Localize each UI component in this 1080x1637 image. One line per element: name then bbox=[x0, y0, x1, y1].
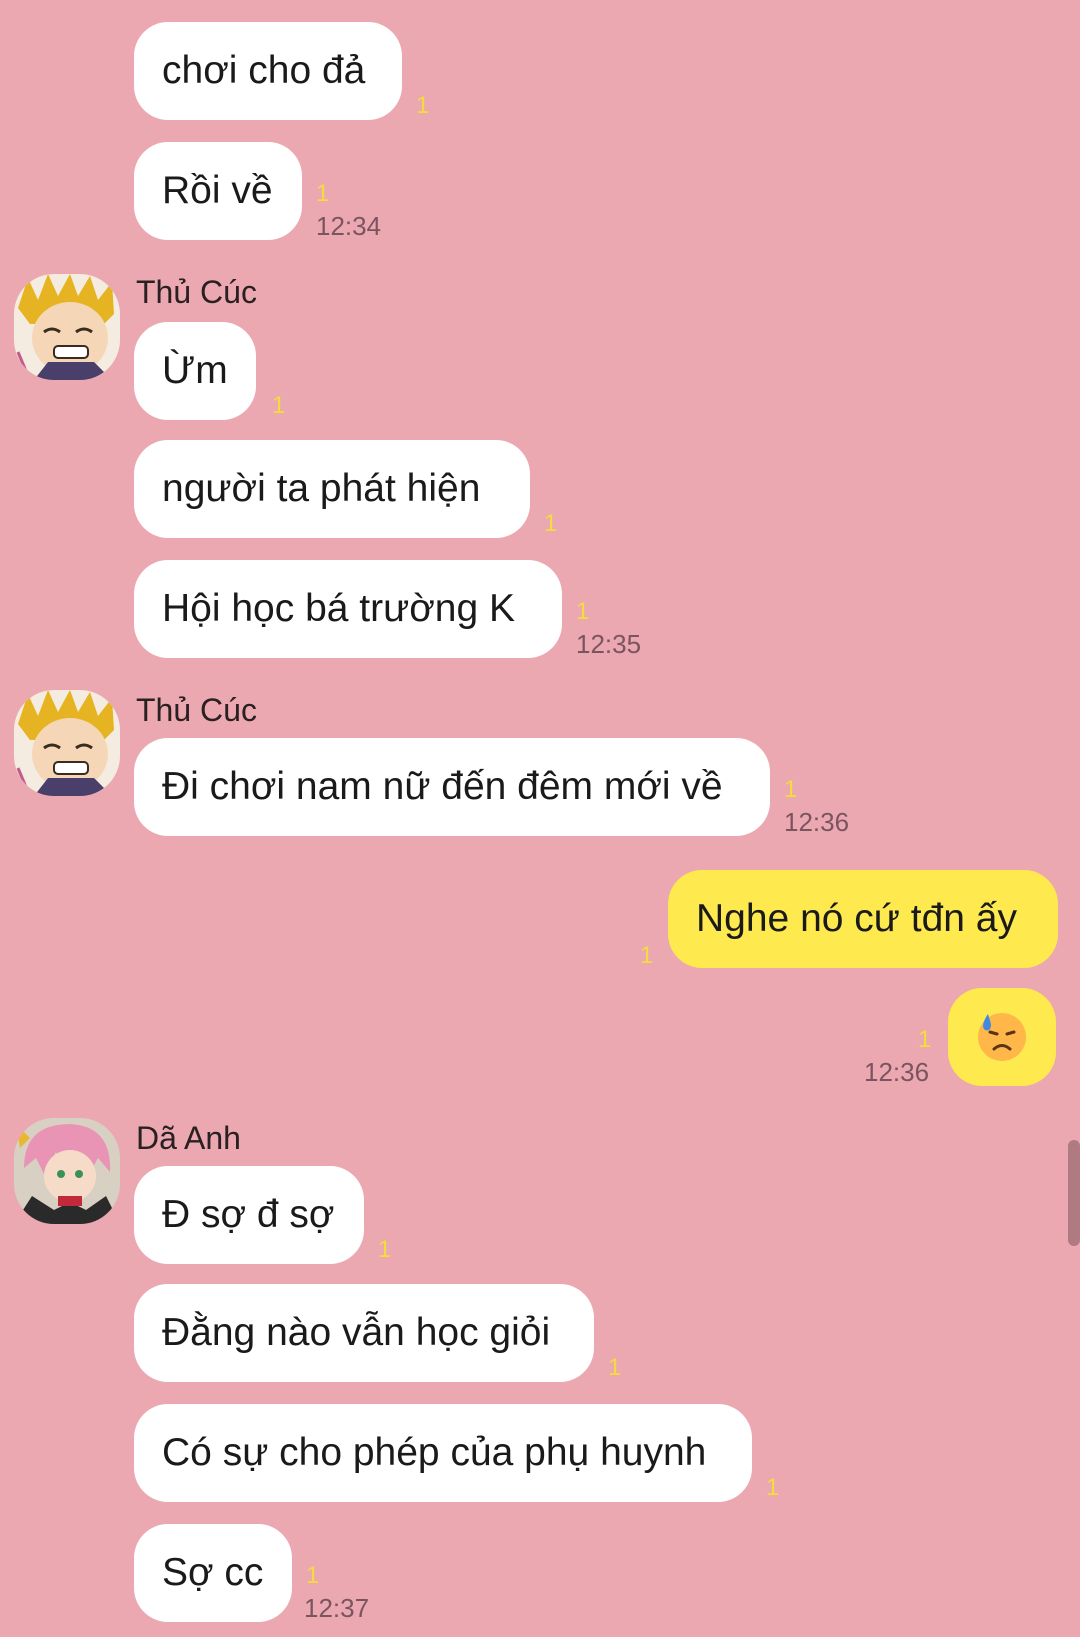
message-bubble[interactable]: chơi cho đả bbox=[134, 22, 402, 120]
message-time: 12:36 bbox=[784, 807, 850, 837]
avatar-thu-cuc[interactable] bbox=[14, 690, 120, 796]
unread-count: 1 bbox=[378, 1236, 392, 1263]
my-emoji-bubble[interactable] bbox=[948, 988, 1056, 1086]
message-bubble[interactable]: Có sự cho phép của phụ huynh bbox=[134, 1404, 752, 1502]
message-bubble[interactable]: Ừm bbox=[134, 322, 256, 420]
sender-name: Dã Anh bbox=[136, 1120, 241, 1156]
message-text: Đ sợ đ sợ bbox=[162, 1193, 335, 1236]
unread-count: 1 bbox=[640, 942, 654, 969]
message-time: 12:35 bbox=[576, 629, 642, 659]
my-message-bubble[interactable]: Nghe nó cứ tđn ấy bbox=[668, 870, 1058, 968]
message-text: Sợ cc bbox=[162, 1551, 264, 1594]
sender-name: Thủ Cúc bbox=[136, 692, 257, 728]
message-text: Nghe nó cứ tđn ấy bbox=[696, 897, 1017, 940]
message-bubble[interactable]: Đằng nào vẫn học giỏi bbox=[134, 1284, 594, 1382]
message-time: 12:37 bbox=[304, 1593, 370, 1623]
naruto-avatar-icon bbox=[14, 274, 120, 380]
unread-count: 1 bbox=[306, 1562, 320, 1589]
message-bubble[interactable]: Hội học bá trường K bbox=[134, 560, 562, 658]
message-time: 12:34 bbox=[316, 211, 382, 241]
unread-count: 1 bbox=[608, 1354, 622, 1381]
message-text: chơi cho đả bbox=[162, 49, 366, 92]
message-text: Hội học bá trường K bbox=[162, 587, 516, 630]
message-text: Đằng nào vẫn học giỏi bbox=[162, 1311, 551, 1354]
naruto-avatar-icon bbox=[14, 690, 120, 796]
unread-count: 1 bbox=[918, 1026, 932, 1053]
sad-sweat-emoji-icon bbox=[978, 1013, 1026, 1061]
sakura-avatar-icon bbox=[14, 1118, 120, 1224]
message-bubble[interactable]: Đi chơi nam nữ đến đêm mới về bbox=[134, 738, 770, 836]
message-text: Rồi về bbox=[162, 169, 273, 212]
unread-count: 1 bbox=[766, 1474, 780, 1501]
message-text: Ừm bbox=[162, 349, 228, 392]
message-text: Đi chơi nam nữ đến đêm mới về bbox=[162, 765, 723, 808]
message-text: người ta phát hiện bbox=[162, 467, 481, 510]
unread-count: 1 bbox=[544, 510, 558, 537]
message-bubble[interactable]: Sợ cc bbox=[134, 1524, 292, 1622]
message-text: Có sự cho phép của phụ huynh bbox=[162, 1431, 707, 1474]
unread-count: 1 bbox=[576, 598, 590, 625]
message-time: 12:36 bbox=[864, 1057, 930, 1087]
unread-count: 1 bbox=[316, 180, 330, 207]
avatar-thu-cuc[interactable] bbox=[14, 274, 120, 380]
message-bubble[interactable]: người ta phát hiện bbox=[134, 440, 530, 538]
message-bubble[interactable]: Rồi về bbox=[134, 142, 302, 240]
unread-count: 1 bbox=[272, 392, 286, 419]
unread-count: 1 bbox=[416, 92, 430, 119]
message-bubble[interactable]: Đ sợ đ sợ bbox=[134, 1166, 364, 1264]
unread-count: 1 bbox=[784, 776, 798, 803]
sender-name: Thủ Cúc bbox=[136, 274, 257, 310]
scrollbar-thumb[interactable] bbox=[1068, 1140, 1080, 1246]
avatar-da-anh[interactable] bbox=[14, 1118, 120, 1224]
